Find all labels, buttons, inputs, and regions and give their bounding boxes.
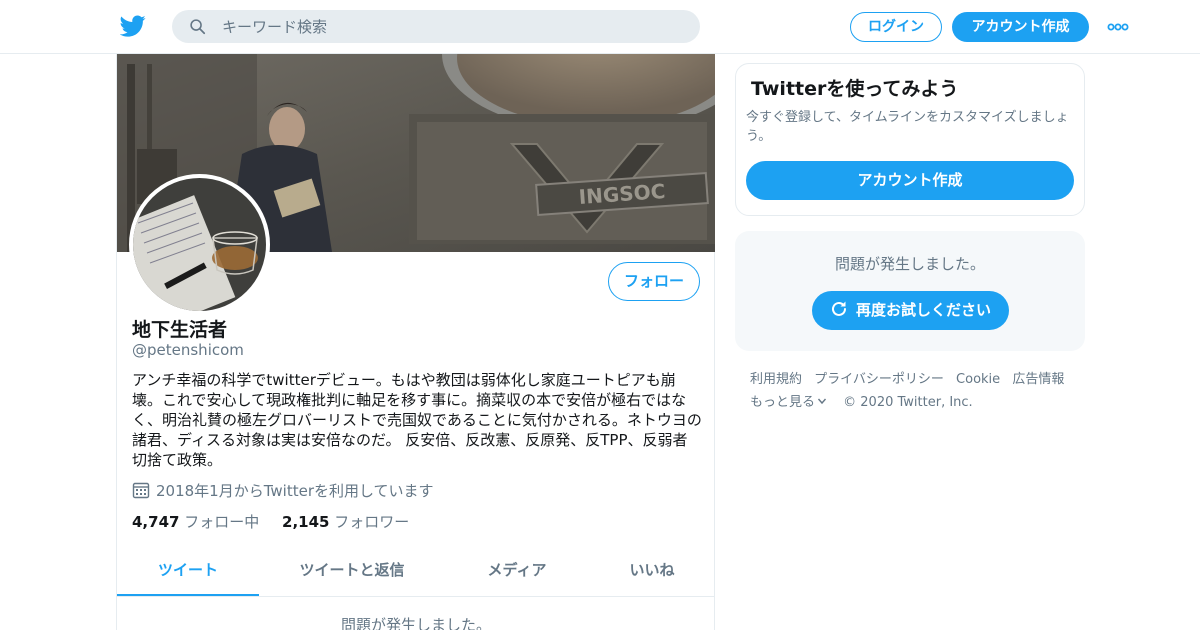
- calendar-icon: [132, 482, 150, 499]
- footer-more-link[interactable]: もっと見る: [750, 395, 839, 410]
- footer-row-1: 利用規約 プライバシーポリシー Cookie 広告情報: [750, 368, 1080, 391]
- footer-more-label: もっと見る: [750, 395, 816, 410]
- tab-tweets-and-replies[interactable]: ツイートと返信: [287, 550, 417, 596]
- signup-card-description: 今すぐ登録して、タイムラインをカスタマイズしましょう。: [746, 110, 1069, 144]
- followers-label: フォロワー: [334, 513, 410, 531]
- follow-button[interactable]: フォロー: [608, 262, 700, 301]
- search-icon: [190, 19, 206, 35]
- footer-copyright: © 2020 Twitter, Inc.: [843, 395, 973, 410]
- profile-tabs: ツイート ツイートと返信 メディア いいね: [117, 550, 715, 597]
- follow-stats: 4,747 フォロー中 2,145 フォロワー: [132, 511, 427, 532]
- profile-column: INGSOC フォロー 地下生活者 @petenshicom アンチ幸福の科学で…: [116, 54, 715, 630]
- profile-name: 地下生活者: [132, 319, 228, 341]
- following-stat[interactable]: 4,747 フォロー中: [132, 511, 259, 532]
- avatar-photo: [133, 178, 266, 311]
- tab-media[interactable]: メディア: [477, 550, 557, 596]
- tab-tweets[interactable]: ツイート: [117, 550, 259, 596]
- profile-handle[interactable]: @petenshicom: [132, 341, 244, 359]
- joined-date: 2018年1月からTwitterを利用しています: [132, 481, 434, 501]
- following-label: フォロー中: [184, 513, 260, 531]
- profile-bio: アンチ幸福の科学でtwitterデビュー。もはや教団は弱体化し家庭ユートピアも崩…: [132, 371, 702, 469]
- avatar[interactable]: [129, 174, 270, 315]
- more-dots-icon[interactable]: [1104, 17, 1132, 37]
- error-card: 問題が発生しました。 再度お試しください: [735, 231, 1085, 351]
- following-count: 4,747: [132, 513, 180, 531]
- sidebar-footer: 利用規約 プライバシーポリシー Cookie 広告情報 もっと見る © 2020…: [750, 368, 1080, 414]
- signup-card-button[interactable]: アカウント作成: [746, 161, 1074, 200]
- footer-terms-link[interactable]: 利用規約: [750, 372, 802, 387]
- followers-count: 2,145: [282, 513, 330, 531]
- joined-text: 2018年1月からTwitterを利用しています: [156, 482, 434, 500]
- refresh-icon: [832, 301, 846, 316]
- tab-likes[interactable]: いいね: [617, 550, 687, 596]
- search-input[interactable]: [222, 10, 682, 43]
- footer-privacy-link[interactable]: プライバシーポリシー: [814, 372, 944, 387]
- footer-row-2: もっと見る © 2020 Twitter, Inc.: [750, 391, 1080, 414]
- footer-ads-link[interactable]: 広告情報: [1012, 372, 1064, 387]
- search-bar[interactable]: [172, 10, 700, 43]
- error-message: 問題が発生しました。: [834, 255, 985, 273]
- login-button[interactable]: ログイン: [850, 12, 942, 42]
- signup-card-title: Twitterを使ってみよう: [751, 78, 959, 100]
- retry-button[interactable]: 再度お試しください: [812, 291, 1009, 330]
- signup-button[interactable]: アカウント作成: [952, 12, 1089, 42]
- twitter-bird-icon[interactable]: [120, 13, 146, 39]
- tweets-error-text: 問題が発生しました。: [340, 616, 491, 630]
- top-navigation-bar: ログイン アカウント作成: [0, 0, 1200, 54]
- signup-card: Twitterを使ってみよう 今すぐ登録して、タイムラインをカスタマイズしましょ…: [735, 63, 1085, 216]
- chevron-down-icon: [817, 398, 827, 405]
- footer-cookie-link[interactable]: Cookie: [956, 372, 1000, 387]
- retry-label: 再度お試しください: [855, 301, 991, 319]
- followers-stat[interactable]: 2,145 フォロワー: [282, 511, 409, 532]
